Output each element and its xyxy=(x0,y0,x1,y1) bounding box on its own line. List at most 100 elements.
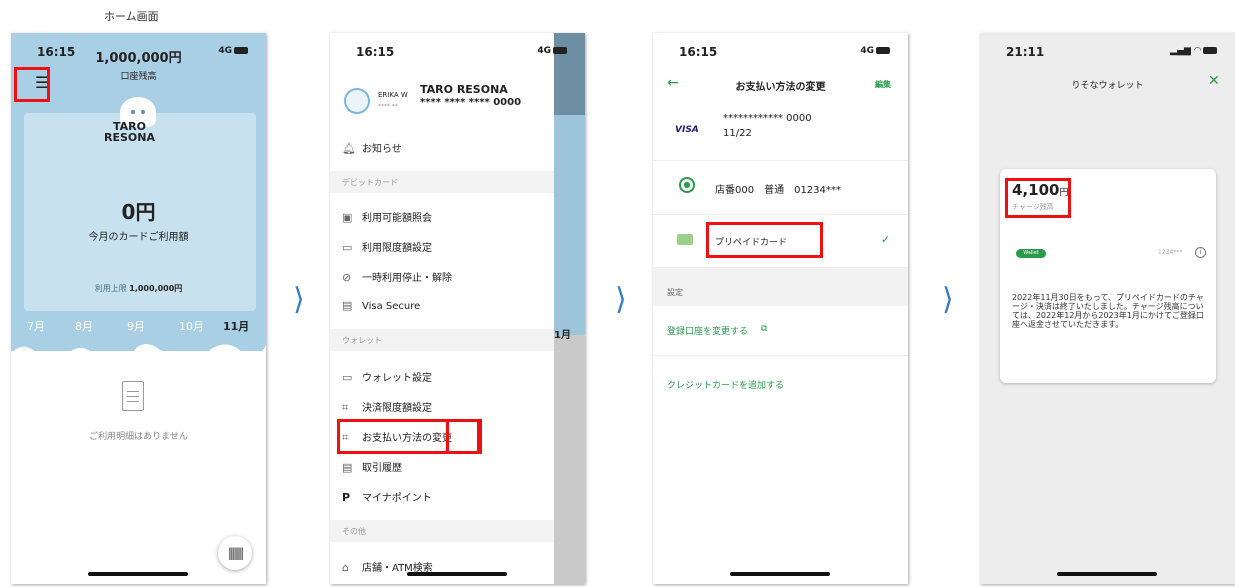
empty-statement-text: ご利用明細はありません xyxy=(89,432,188,442)
settings-section-header: 設定 xyxy=(653,268,908,306)
change-account-link[interactable]: 登録口座を変更する xyxy=(667,324,748,337)
menu-label: 取引履歴 xyxy=(362,463,402,474)
add-credit-row[interactable]: クレジットカードを追加する xyxy=(653,356,908,408)
status-signal: 4G xyxy=(860,46,890,56)
external-link-icon: ⧉ xyxy=(761,324,768,334)
section-other: その他 xyxy=(330,520,554,542)
wallet-icon: ▭ xyxy=(342,371,353,384)
menu-item-mynapoint[interactable]: P マイナポイント xyxy=(342,489,432,504)
prepaid-highlight xyxy=(706,222,823,258)
menu-label: 利用可能額照会 xyxy=(362,213,432,224)
menu-item-notifications[interactable]: 🔔︎ お知らせ xyxy=(342,140,402,155)
payment-method-phone: 16:15 4G ← お支払い方法の変更 編集 VISA ***********… xyxy=(653,33,908,584)
menu-item-visa-secure[interactable]: ▤ Visa Secure xyxy=(342,299,420,312)
background-peek-lower xyxy=(554,335,585,584)
shield-card-icon: ▤ xyxy=(342,299,353,312)
page-title: りそなウォレット xyxy=(1071,81,1144,91)
page-title: お支払い方法の変更 xyxy=(735,82,826,93)
menu-label: 一時利用停止・解除 xyxy=(362,273,452,284)
menu-item-suspend[interactable]: ⊘ 一時利用停止・解除 xyxy=(342,269,452,284)
month-10[interactable]: 10月 xyxy=(179,318,204,334)
flow-arrow-3: ⟩ xyxy=(942,282,954,317)
status-time: 16:15 xyxy=(356,45,395,59)
cloud-wave-shape xyxy=(11,344,266,373)
menu-label: Visa Secure xyxy=(362,301,421,312)
month-8[interactable]: 8月 xyxy=(75,318,93,334)
bank-account: 店番000 普通 01234*** xyxy=(715,185,841,196)
section-wallet: ウォレット xyxy=(330,329,554,351)
qr-icon: ⌗ xyxy=(342,401,349,414)
visa-logo: VISA xyxy=(675,125,699,135)
home-screen-caption: ホーム画面 xyxy=(94,4,224,26)
user-short-name: ERIKA W xyxy=(378,91,408,99)
bell-icon: 🔔︎ xyxy=(342,142,356,155)
usage-limit-value: 1,000,000円 xyxy=(129,284,183,293)
signal-label: 4G xyxy=(860,46,874,56)
balance-highlight xyxy=(1005,178,1071,218)
month-11-selected[interactable]: 11月 xyxy=(223,318,249,334)
monthly-usage-label: 今月のカードご利用額 xyxy=(88,232,189,243)
payment-method-highlight xyxy=(337,419,480,454)
home-indicator xyxy=(88,572,188,576)
monthly-usage-amount: 0円 xyxy=(121,200,156,224)
flow-arrow-1: ⟩ xyxy=(293,282,305,317)
menu-item-history[interactable]: ▤ 取引履歴 xyxy=(342,459,402,474)
status-time: 16:15 xyxy=(679,45,718,59)
side-menu: 16:15 ERIKA W **** ** TARO RESONA **** *… xyxy=(330,33,554,584)
user-name: TARO RESONA xyxy=(420,83,508,96)
menu-item-available-balance[interactable]: ▣ 利用可能額照会 xyxy=(342,209,432,224)
account-balance: 1,000,000円 xyxy=(95,51,182,66)
card-icon: ▭ xyxy=(342,241,353,254)
usage-limit: 利用上限 1,000,000円 xyxy=(11,283,266,294)
visa-card-number: ************ 0000 xyxy=(723,113,812,124)
card-number: **** **** **** 0000 xyxy=(420,97,522,108)
cardholder-last: RESONA xyxy=(104,131,155,144)
receipt-icon xyxy=(122,381,144,411)
edit-button[interactable]: 編集 xyxy=(875,79,891,90)
check-icon: ✓ xyxy=(881,233,891,246)
section-debit: デビットカード xyxy=(330,171,554,193)
menu-item-limit-setting[interactable]: ▭ 利用限度額設定 xyxy=(342,239,432,254)
info-icon[interactable]: i xyxy=(1195,247,1206,258)
p-icon: P xyxy=(342,491,351,504)
menu-label: お知らせ xyxy=(362,144,402,155)
status-signal: ▂▄▆ ◠ xyxy=(1170,46,1217,56)
menu-label: マイナポイント xyxy=(362,493,432,504)
battery-icon xyxy=(876,47,890,54)
menu-label: 利用限度額設定 xyxy=(362,243,432,254)
flow-arrow-2: ⟩ xyxy=(615,282,627,317)
document-icon: ▤ xyxy=(342,461,353,474)
menu-item-payment-limit[interactable]: ⌗ 決済限度額設定 xyxy=(342,399,432,415)
status-time: 21:11 xyxy=(1006,45,1045,59)
menu-label: ウォレット設定 xyxy=(362,373,432,384)
visa-card-expiry: 11/22 xyxy=(723,128,752,139)
menu-drawer-phone: 1月 16:15 ERIKA W **** ** TARO RESONA ***… xyxy=(330,33,585,584)
add-credit-link[interactable]: クレジットカードを追加する xyxy=(667,378,784,391)
avatar[interactable] xyxy=(344,88,370,114)
cardholder-name: TARO RESONA xyxy=(104,121,155,143)
store-icon: ⌂ xyxy=(342,561,349,574)
menu-item-wallet-settings[interactable]: ▭ ウォレット設定 xyxy=(342,369,432,384)
resona-logo-icon: ● xyxy=(679,177,695,193)
status-signal: 4G xyxy=(537,46,567,56)
home-indicator xyxy=(407,572,507,576)
change-account-row[interactable]: 登録口座を変更する ⧉ xyxy=(653,304,908,356)
prohibit-icon: ⊘ xyxy=(342,271,352,284)
month-9[interactable]: 9月 xyxy=(127,318,145,334)
camera-icon: ▣ xyxy=(342,211,353,224)
payment-bank-row[interactable]: ● 店番000 普通 01234*** xyxy=(653,161,908,215)
peek-month: 1月 xyxy=(554,330,571,341)
resona-wallet-phone: 21:11 ▂▄▆ ◠ りそなウォレット ✕ 4,100円 チャージ残高 Wal… xyxy=(980,33,1235,584)
payment-visa-row[interactable]: VISA ************ 0000 11/22 xyxy=(653,103,908,161)
month-7[interactable]: 7月 xyxy=(27,318,45,334)
account-balance-label: 口座残高 xyxy=(120,72,157,82)
user-short-stars: **** ** xyxy=(378,103,398,110)
barcode-button[interactable]: ||||||| xyxy=(218,536,252,570)
usage-limit-label: 利用上限 xyxy=(94,284,127,293)
home-indicator xyxy=(730,572,830,576)
wallet-badge: Wallet xyxy=(1016,249,1046,258)
battery-icon xyxy=(1203,47,1217,54)
prepaid-card-icon xyxy=(677,234,693,245)
service-end-notice: 2022年11月30日をもって、プリペイドカードのチャージ・決済は終了いたしまし… xyxy=(1012,293,1204,329)
close-icon[interactable]: ✕ xyxy=(1208,73,1220,89)
